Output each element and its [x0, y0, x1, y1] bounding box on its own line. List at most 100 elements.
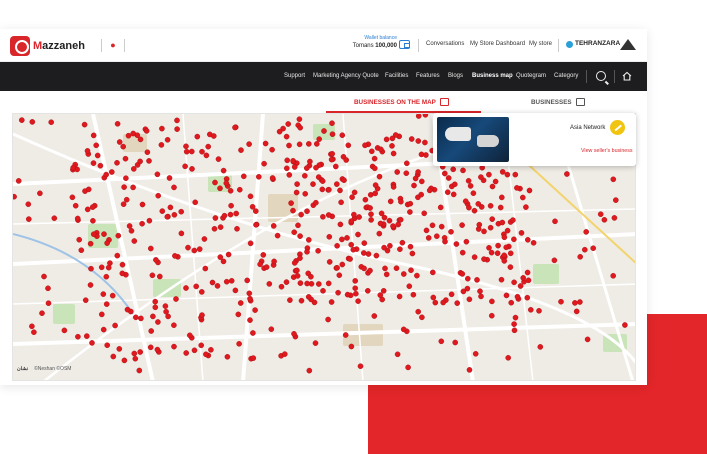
- business-pin[interactable]: [432, 299, 439, 306]
- business-pin[interactable]: [286, 172, 293, 178]
- business-pin[interactable]: [320, 214, 326, 220]
- business-pin[interactable]: [98, 264, 105, 271]
- business-pin[interactable]: [429, 222, 436, 229]
- business-pin[interactable]: [305, 141, 312, 147]
- business-pin[interactable]: [610, 272, 617, 279]
- business-pin[interactable]: [124, 306, 131, 313]
- business-pin[interactable]: [48, 119, 55, 125]
- business-pin[interactable]: [577, 253, 584, 260]
- business-pin[interactable]: [418, 178, 425, 185]
- business-pin[interactable]: [499, 169, 506, 175]
- business-pin[interactable]: [116, 346, 123, 352]
- business-pin[interactable]: [119, 270, 126, 277]
- business-pin[interactable]: [171, 343, 177, 350]
- business-pin[interactable]: [511, 279, 517, 286]
- business-pin[interactable]: [321, 128, 327, 134]
- business-pin[interactable]: [39, 310, 45, 316]
- business-pin[interactable]: [131, 350, 138, 357]
- business-pin[interactable]: [364, 287, 371, 294]
- my-store-link[interactable]: My store: [529, 41, 552, 47]
- business-pin[interactable]: [84, 333, 90, 339]
- business-pin[interactable]: [114, 252, 121, 259]
- business-pin[interactable]: [597, 211, 604, 217]
- business-pin[interactable]: [315, 281, 322, 287]
- business-pin[interactable]: [517, 283, 524, 289]
- business-pin[interactable]: [76, 236, 82, 243]
- business-pin[interactable]: [337, 187, 343, 194]
- business-pin[interactable]: [217, 185, 223, 192]
- business-pin[interactable]: [290, 158, 296, 164]
- business-pin[interactable]: [319, 178, 326, 184]
- business-pin[interactable]: [415, 169, 421, 175]
- business-pin[interactable]: [139, 201, 146, 208]
- business-pin[interactable]: [351, 189, 358, 196]
- business-pin[interactable]: [87, 282, 94, 288]
- business-pin[interactable]: [526, 187, 533, 194]
- business-pin[interactable]: [171, 184, 177, 191]
- business-pin[interactable]: [211, 226, 218, 232]
- business-pin[interactable]: [344, 291, 351, 298]
- business-pin[interactable]: [215, 156, 222, 162]
- business-pin[interactable]: [463, 238, 470, 245]
- business-pin[interactable]: [224, 353, 231, 360]
- business-pin[interactable]: [320, 287, 326, 294]
- business-pin[interactable]: [368, 148, 375, 155]
- business-pin[interactable]: [343, 157, 350, 163]
- business-pin[interactable]: [193, 283, 199, 290]
- business-pin[interactable]: [405, 364, 411, 371]
- business-pin[interactable]: [382, 265, 388, 272]
- business-pin[interactable]: [183, 350, 189, 356]
- business-pin[interactable]: [415, 138, 422, 144]
- business-pin[interactable]: [403, 160, 410, 167]
- business-pin[interactable]: [474, 277, 480, 283]
- business-pin[interactable]: [332, 163, 339, 170]
- business-pin[interactable]: [270, 223, 277, 229]
- business-pin[interactable]: [90, 132, 97, 139]
- business-pin[interactable]: [495, 242, 501, 249]
- business-pin[interactable]: [313, 164, 319, 171]
- business-pin[interactable]: [271, 258, 277, 265]
- business-pin[interactable]: [368, 211, 374, 217]
- business-pin[interactable]: [269, 175, 276, 181]
- business-pin[interactable]: [459, 222, 465, 228]
- business-pin[interactable]: [466, 204, 472, 211]
- business-pin[interactable]: [232, 287, 239, 294]
- home-icon[interactable]: [622, 71, 632, 81]
- business-pin[interactable]: [123, 196, 130, 203]
- business-pin[interactable]: [622, 322, 628, 328]
- business-pin[interactable]: [524, 294, 531, 301]
- business-pin[interactable]: [122, 155, 129, 162]
- business-pin[interactable]: [459, 271, 466, 277]
- business-pin[interactable]: [156, 273, 163, 280]
- business-pin[interactable]: [188, 148, 195, 155]
- business-pin[interactable]: [406, 283, 413, 289]
- business-pin[interactable]: [268, 326, 275, 332]
- business-pin[interactable]: [304, 280, 310, 287]
- business-pin[interactable]: [335, 289, 341, 296]
- business-pin[interactable]: [291, 260, 298, 266]
- business-pin[interactable]: [252, 307, 258, 313]
- business-pin[interactable]: [423, 227, 430, 234]
- brand-logo[interactable]: Mazzaneh: [10, 36, 85, 56]
- business-pin[interactable]: [89, 204, 96, 210]
- business-pin[interactable]: [15, 178, 22, 184]
- business-pin[interactable]: [88, 265, 94, 272]
- business-pin[interactable]: [377, 292, 384, 298]
- business-pin[interactable]: [199, 148, 205, 155]
- business-pin[interactable]: [305, 237, 312, 243]
- business-pin[interactable]: [228, 202, 234, 209]
- business-pin[interactable]: [283, 133, 290, 140]
- business-pin[interactable]: [220, 167, 227, 174]
- business-pin[interactable]: [412, 175, 419, 182]
- business-pin[interactable]: [246, 290, 253, 297]
- business-pin[interactable]: [525, 277, 532, 284]
- business-pin[interactable]: [191, 247, 198, 254]
- business-pin[interactable]: [26, 216, 32, 222]
- business-pin[interactable]: [291, 330, 297, 337]
- business-pin[interactable]: [466, 367, 473, 373]
- business-pin[interactable]: [487, 203, 494, 209]
- business-pin[interactable]: [478, 174, 484, 180]
- business-pin[interactable]: [69, 194, 76, 201]
- business-pin[interactable]: [410, 291, 417, 298]
- business-pin[interactable]: [178, 208, 184, 215]
